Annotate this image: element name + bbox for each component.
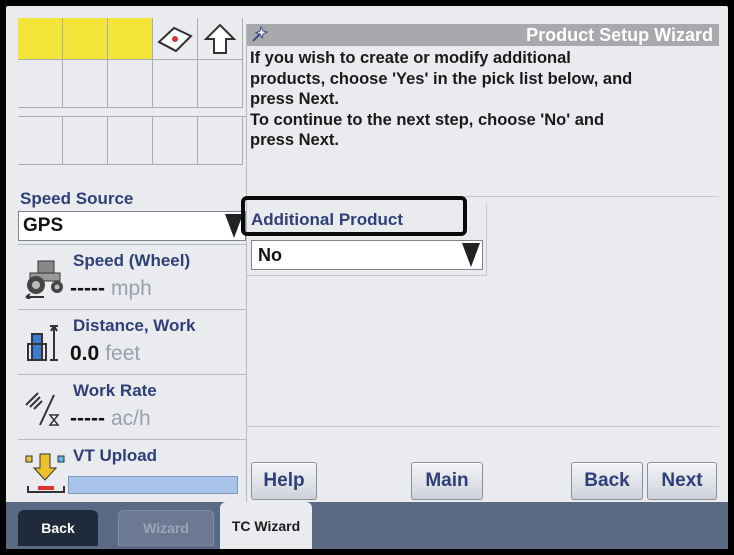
shortcut-row-3: [18, 117, 246, 165]
tab-wizard[interactable]: Wizard: [118, 510, 214, 546]
work-rate-title: Work Rate: [73, 381, 157, 400]
tractor-icon: [25, 260, 63, 299]
highlight-box: [241, 196, 467, 236]
shortcut-cell[interactable]: [198, 60, 243, 108]
wizard-icon: [252, 25, 269, 42]
vt-upload-readout[interactable]: VT Upload: [18, 439, 246, 506]
shortcut-row-1: [18, 18, 246, 60]
shortcut-cell[interactable]: [198, 18, 243, 60]
shortcut-cell[interactable]: [63, 60, 108, 108]
speed-source-select[interactable]: GPS: [18, 211, 246, 241]
additional-product-select[interactable]: No: [251, 240, 483, 270]
wizard-title: Product Setup Wizard: [526, 25, 713, 45]
work-rate-readout[interactable]: Work Rate ----- ac/h: [18, 374, 246, 438]
tab-back[interactable]: Back: [18, 510, 98, 546]
bottom-tab-bar: Back Wizard TC Wizard: [6, 502, 728, 549]
distance-readout[interactable]: Distance, Work 0.0 feet: [18, 309, 246, 373]
next-button[interactable]: Next: [647, 462, 717, 500]
dropdown-arrow-icon: [462, 243, 480, 267]
vt-upload-progress-bar: [68, 476, 238, 494]
shortcut-cell[interactable]: [108, 60, 153, 108]
shortcut-cell[interactable]: [108, 117, 153, 165]
speed-source-label: Speed Source: [20, 189, 134, 208]
distance-icon: [27, 325, 58, 361]
shortcut-cell[interactable]: [153, 18, 198, 60]
instruction-line: press Next.: [250, 131, 339, 149]
instruction-line: To continue to the next step, choose 'No…: [250, 110, 605, 129]
additional-product-value: No: [258, 244, 282, 265]
additional-product-field: Additional Product No: [241, 196, 487, 276]
distance-value: 0.0 feet: [70, 342, 141, 365]
shortcut-cell[interactable]: [198, 117, 243, 165]
shortcut-cell[interactable]: [18, 18, 63, 60]
eraser-icon: [157, 26, 193, 52]
speed-source-value: GPS: [23, 215, 64, 236]
help-button[interactable]: Help: [251, 462, 317, 500]
vt-upload-title: VT Upload: [73, 446, 158, 465]
shortcut-cell[interactable]: [18, 117, 63, 165]
work-rate-value: ----- ac/h: [70, 407, 151, 430]
up-arrow-icon: [203, 23, 237, 54]
speed-readout[interactable]: Speed (Wheel) ----- mph: [18, 244, 246, 308]
wizard-title-bar: Product Setup Wizard: [247, 24, 719, 46]
shortcut-cell[interactable]: [153, 117, 198, 165]
shortcut-cell[interactable]: [153, 60, 198, 108]
instruction-line: If you wish to create or modify addition…: [250, 49, 571, 67]
instruction-line: products, choose 'Yes' in the pick list …: [250, 69, 633, 88]
speed-title: Speed (Wheel): [73, 251, 191, 270]
shortcut-cell[interactable]: [63, 117, 108, 165]
wizard-panel: Product Setup Wizard If you wish to crea…: [241, 24, 719, 506]
shortcut-cell[interactable]: [108, 18, 153, 60]
divider: [18, 108, 246, 117]
display-screen: Speed Source GPS Speed (Wheel) -----mph: [6, 6, 728, 549]
tab-tc-wizard[interactable]: TC Wizard: [220, 502, 312, 549]
left-panel: Speed Source GPS Speed (Wheel) -----mph: [18, 18, 246, 506]
upload-icon: [25, 453, 65, 493]
shortcut-cell[interactable]: [18, 60, 63, 108]
instruction-line: press Next.: [250, 90, 339, 108]
shortcut-row-2: [18, 60, 246, 108]
main-button[interactable]: Main: [411, 462, 483, 500]
distance-title: Distance, Work: [73, 316, 196, 335]
divider: [247, 426, 719, 427]
work-rate-icon: [25, 392, 60, 426]
back-button[interactable]: Back: [571, 462, 643, 500]
shortcut-cell[interactable]: [63, 18, 108, 60]
wizard-instructions: If you wish to create or modify addition…: [250, 48, 714, 151]
speed-value: ----- mph: [70, 277, 152, 300]
